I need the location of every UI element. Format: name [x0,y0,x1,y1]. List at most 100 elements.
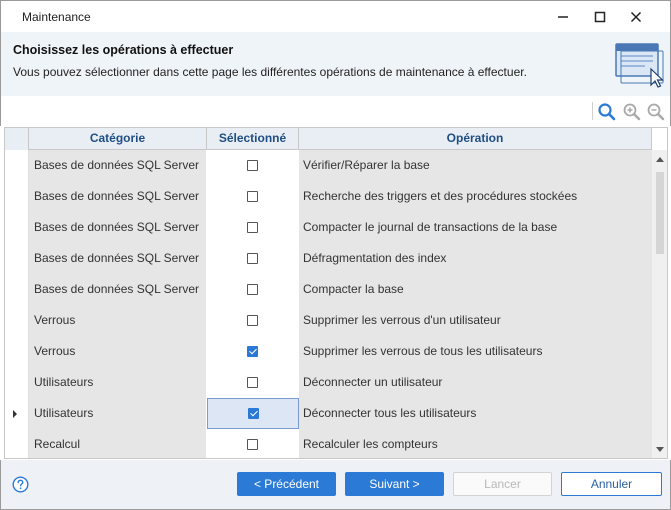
select-checkbox[interactable] [247,346,258,357]
row-indicator [5,181,29,212]
cell-operation: Supprimer les verrous d'un utilisateur [299,305,652,336]
cell-category: Recalcul [29,429,207,458]
minimize-button[interactable] [545,5,581,29]
cell-category: Bases de données SQL Server [29,212,207,243]
cell-selected[interactable] [207,212,299,243]
row-indicator [5,274,29,305]
cell-category: Bases de données SQL Server [29,181,207,212]
zoom-in-icon [623,103,641,121]
cell-selected[interactable] [207,336,299,367]
search-button[interactable] [597,102,617,122]
next-button[interactable]: Suivant > [345,472,444,496]
table-row[interactable]: Bases de données SQL Server Recherche de… [5,181,652,212]
cell-operation: Recherche des triggers et des procédures… [299,181,652,212]
cell-selected[interactable] [207,274,299,305]
zoom-in-button[interactable] [622,102,642,122]
select-checkbox[interactable] [247,160,258,171]
wizard-footer: < Précédent Suivant > Lancer Annuler [0,460,671,510]
minimize-icon [558,16,568,18]
help-button[interactable] [12,476,29,493]
launch-button[interactable]: Lancer [453,472,552,496]
title-bar: Maintenance [0,0,671,32]
table-row[interactable]: Verrous Supprimer les verrous d'un utili… [5,305,652,336]
grid-rows: Bases de données SQL Server Vérifier/Rép… [5,150,652,458]
select-checkbox[interactable] [247,315,258,326]
cell-category: Bases de données SQL Server [29,243,207,274]
chevron-up-icon [656,157,664,162]
row-indicator [5,212,29,243]
cell-operation: Déconnecter tous les utilisateurs [299,398,652,429]
cell-category: Verrous [29,305,207,336]
cell-category: Utilisateurs [29,367,207,398]
cell-category: Verrous [29,336,207,367]
row-indicator [5,336,29,367]
table-row[interactable]: Bases de données SQL Server Compacter la… [5,274,652,305]
grid-header: Catégorie Sélectionné Opération [5,128,652,150]
cell-selected[interactable] [207,367,299,398]
table-row[interactable]: Bases de données SQL Server Compacter le… [5,212,652,243]
maximize-icon [594,11,606,23]
column-header-category[interactable]: Catégorie [29,128,207,150]
search-icon [598,103,616,121]
cell-category: Bases de données SQL Server [29,150,207,181]
cell-selected[interactable] [207,181,299,212]
cell-operation: Supprimer les verrous de tous les utilis… [299,336,652,367]
current-row-arrow-icon [13,410,17,418]
table-row-current[interactable]: Utilisateurs Déconnecter tous les utilis… [5,398,652,429]
cell-selected[interactable] [207,150,299,181]
cancel-button[interactable]: Annuler [561,472,662,496]
cell-selected[interactable] [207,243,299,274]
row-indicator [5,305,29,336]
select-checkbox[interactable] [247,439,258,450]
page-title: Choisissez les opérations à effectuer [13,43,234,57]
scroll-up-button[interactable] [652,151,667,167]
chevron-down-icon [656,447,664,452]
cell-category: Bases de données SQL Server [29,274,207,305]
table-row[interactable]: Bases de données SQL Server Vérifier/Rép… [5,150,652,181]
table-row[interactable]: Bases de données SQL Server Défragmentat… [5,243,652,274]
select-checkbox[interactable] [247,191,258,202]
row-indicator [5,150,29,181]
vertical-scrollbar[interactable] [652,150,667,458]
zoom-out-button[interactable] [646,102,666,122]
column-header-selected[interactable]: Sélectionné [207,128,299,150]
cell-operation: Vérifier/Réparer la base [299,150,652,181]
close-button[interactable] [618,5,654,29]
row-indicator [5,398,29,429]
select-checkbox[interactable] [247,284,258,295]
page-subtitle: Vous pouvez sélectionner dans cette page… [13,65,527,79]
cell-operation: Compacter le journal de transactions de … [299,212,652,243]
cell-operation: Déconnecter un utilisateur [299,367,652,398]
cell-selected[interactable] [207,398,299,429]
close-icon [630,11,642,23]
cell-operation: Défragmentation des index [299,243,652,274]
cell-operation: Compacter la base [299,274,652,305]
operations-grid[interactable]: Catégorie Sélectionné Opération Bases de… [4,127,668,459]
maximize-button[interactable] [582,5,618,29]
previous-button[interactable]: < Précédent [237,472,336,496]
zoom-out-icon [647,103,665,121]
column-header-operation[interactable]: Opération [299,128,652,150]
header-indicator-cell [5,128,29,150]
row-indicator [5,367,29,398]
table-row[interactable]: Recalcul Recalculer les compteurs [5,429,652,458]
select-checkbox[interactable] [247,253,258,264]
help-icon [12,476,29,493]
select-checkbox[interactable] [247,408,259,419]
scroll-down-button[interactable] [652,442,667,458]
wizard-header: Choisissez les opérations à effectuer Vo… [0,32,671,96]
cell-operation: Recalculer les compteurs [299,429,652,458]
cell-selected[interactable] [207,305,299,336]
grid-toolbar [0,96,671,126]
select-checkbox[interactable] [247,222,258,233]
table-row[interactable]: Utilisateurs Déconnecter un utilisateur [5,367,652,398]
row-indicator [5,243,29,274]
select-checkbox[interactable] [247,377,258,388]
cell-selected[interactable] [207,429,299,458]
scrollbar-thumb[interactable] [656,172,664,254]
cell-category: Utilisateurs [29,398,207,429]
window-cursor-icon [615,43,664,88]
row-indicator [5,429,29,458]
table-row[interactable]: Verrous Supprimer les verrous de tous le… [5,336,652,367]
toolbar-separator [592,102,593,120]
